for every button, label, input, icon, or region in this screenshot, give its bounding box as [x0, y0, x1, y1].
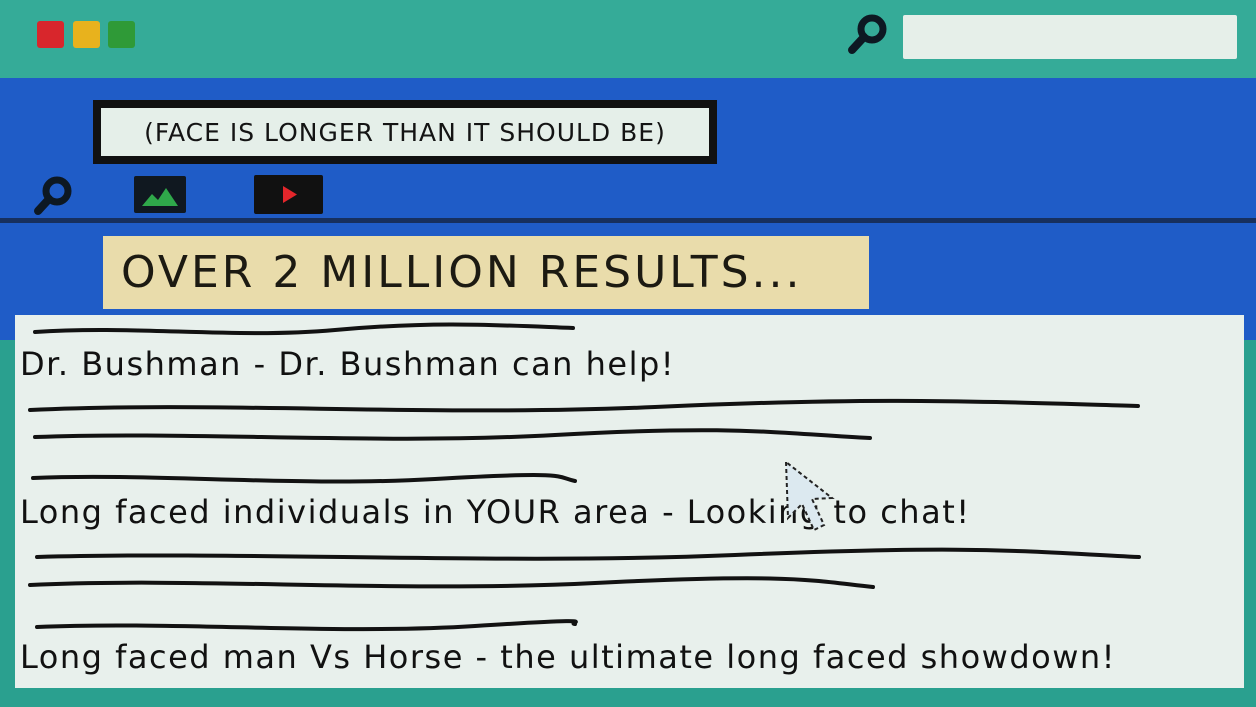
results-count-banner: OVER 2 MILLION RESULTS... [103, 236, 869, 309]
result-title-1[interactable]: Dr. Bushman - Dr. Bushman can help! [20, 345, 675, 383]
results-panel: Dr. Bushman - Dr. Bushman can help! Long… [15, 315, 1244, 688]
maximize-window-button[interactable] [108, 21, 135, 48]
images-tab[interactable] [134, 176, 186, 213]
videos-tab[interactable] [254, 175, 323, 214]
play-icon [283, 186, 297, 203]
result-title-3[interactable]: Long faced man Vs Horse - the ultimate l… [20, 638, 1116, 676]
search-tool-icon[interactable] [30, 174, 76, 218]
minimize-window-button[interactable] [73, 21, 100, 48]
search-query-box[interactable]: (FACE IS LONGER THAN IT SHOULD BE) [93, 100, 717, 164]
window-bottom-edge [0, 688, 1256, 707]
search-icon[interactable] [846, 12, 890, 56]
title-bar [0, 0, 1256, 78]
mouse-cursor-icon [784, 459, 835, 532]
address-search-input[interactable] [903, 15, 1237, 59]
image-icon [142, 188, 178, 206]
search-query-text: (FACE IS LONGER THAN IT SHOULD BE) [101, 108, 709, 156]
close-window-button[interactable] [37, 21, 64, 48]
toolbar-divider [0, 218, 1256, 223]
